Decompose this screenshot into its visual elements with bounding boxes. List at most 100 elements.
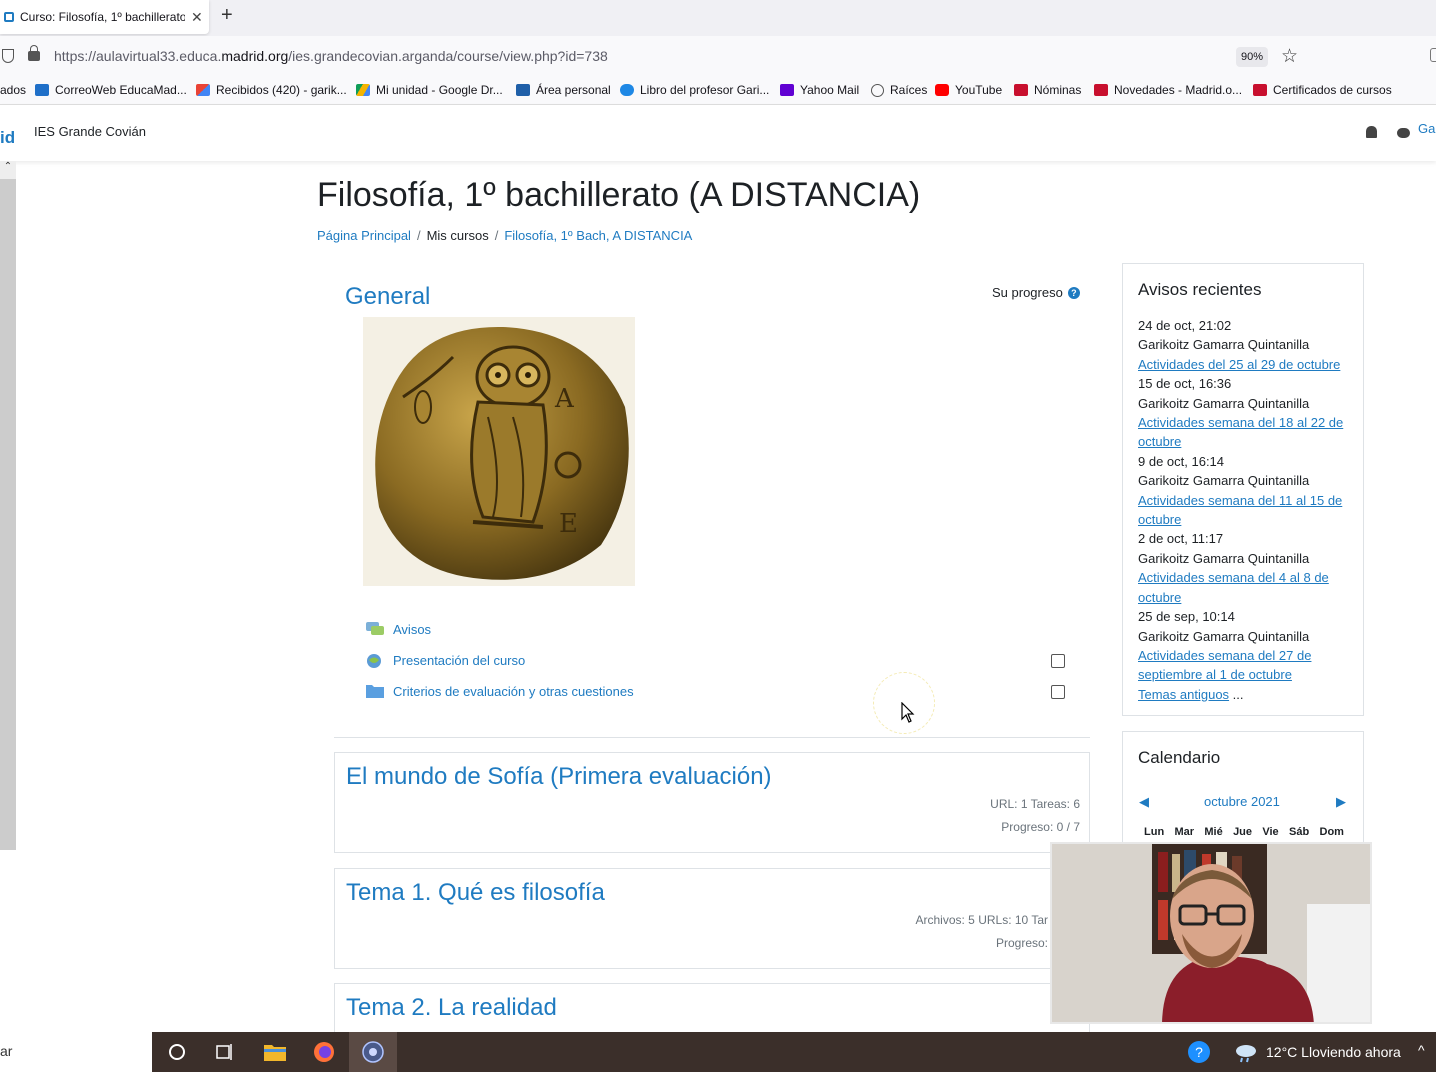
help-icon[interactable]: ? [1067,286,1080,299]
bookmarks-toolbar: ados CorreoWeb EducaMad... Recibidos (42… [0,76,1436,105]
task-view-icon[interactable] [215,1040,235,1064]
svg-text:?: ? [1195,1044,1203,1060]
user-menu[interactable]: Ga [1418,121,1435,136]
section-card: El mundo de Sofía (Primera evaluación) U… [334,752,1090,853]
firefox-icon[interactable] [312,1040,336,1064]
bookmark-item[interactable]: YouTube [935,83,1002,97]
news-item: 25 de sep, 10:14 Garikoitz Gamarra Quinta… [1138,609,1312,683]
tracking-protection-icon[interactable] [2,49,14,63]
site-name[interactable]: IES Grande Covián [34,124,146,139]
bookmark-item[interactable]: Recibidos (420) - garik... [196,83,347,97]
news-item: 24 de oct, 21:02 Garikoitz Gamarra Quinta… [1138,318,1341,372]
site-navbar [0,105,1436,161]
mouse-cursor-icon [901,702,915,723]
forum-icon [366,622,384,635]
tab-strip [0,0,1436,36]
section-general-title[interactable]: General [345,283,430,311]
scroll-up-icon[interactable]: ⌃ [0,161,16,179]
mail-icon [35,84,49,96]
block-title: Calendario [1138,748,1221,767]
webcam-overlay [1050,842,1372,1024]
breadcrumb-my-courses: Mis cursos [426,228,489,243]
madrid-icon [1253,84,1267,96]
presenter-video-icon [1052,844,1370,1022]
activity-avisos[interactable]: Avisos [365,620,431,638]
bookmark-item[interactable]: Área personal [516,83,611,97]
calendar-month: octubre 2021 [1204,794,1280,809]
cortana-icon[interactable] [167,1040,187,1064]
taskbar-search[interactable]: ar [0,1032,152,1072]
progress-header: Su progreso? [992,285,1080,300]
section-card: Tema 1. Qué es filosofía Archivos: 5 URL… [334,868,1090,969]
globe-icon [871,83,884,97]
bookmark-star-icon[interactable]: ☆ [1281,45,1298,68]
close-tab-icon[interactable]: ✕ [191,9,203,26]
folder-icon [366,685,384,698]
completion-checkbox[interactable] [1051,685,1065,699]
section-progress: Progreso: 0 / 7 [1001,820,1080,834]
bookmark-item[interactable]: Certificados de cursos [1253,83,1392,97]
bookmark-item[interactable]: Libro del profesor Gari... [620,83,769,97]
new-tab-icon[interactable]: + [221,4,233,27]
section-divider [334,737,1090,738]
block-title: Avisos recientes [1138,280,1262,299]
course-image: Α Ε [363,317,635,586]
news-item: 2 de oct, 11:17 Garikoitz Gamarra Quintan… [1138,531,1329,605]
section-title[interactable]: Tema 1. Qué es filosofía [346,879,605,907]
news-item: 9 de oct, 16:14 Garikoitz Gamarra Quintan… [1138,453,1343,528]
site-logo[interactable]: id [0,128,15,148]
activity-presentacion[interactable]: Presentación del curso [365,651,525,669]
recent-news-block: Avisos recientes 24 de oct, 21:02 Garikoi… [1122,263,1364,716]
calendar-prev-icon[interactable]: ◀ [1139,794,1149,810]
breadcrumb-home-link[interactable]: Página Principal [317,228,411,243]
bookmark-item[interactable]: ados [0,83,26,97]
cloud-icon [620,84,634,96]
section-title[interactable]: Tema 2. La realidad [346,994,557,1022]
bookmark-item[interactable]: Mi unidad - Google Dr... [356,83,503,97]
notifications-bell-icon[interactable] [1366,126,1377,138]
drawer-scrollbar[interactable] [0,161,16,850]
url-field[interactable]: https://aulavirtual33.educa.madrid.org/i… [54,48,608,64]
breadcrumb: Página Principal / Mis cursos / Filosofía, 1… [317,228,693,243]
weather-text[interactable]: 12°C Lloviendo ahora [1266,1044,1401,1060]
calendar-weekdays: Lun Mar Mié Jue Vie Sáb Dom [1144,826,1344,838]
news-link[interactable]: Actividades semana del 27 de septiembre … [1138,648,1311,682]
news-item: 15 de oct, 16:36 Garikoitz Gamarra Quinta… [1138,376,1344,450]
gmail-icon [196,84,210,96]
athena-owl-coin-icon: Α Ε [375,326,629,580]
section-title[interactable]: El mundo de Sofía (Primera evaluación) [346,763,772,791]
youtube-icon [935,84,949,96]
section-progress: Progreso: [995,936,1048,950]
madrid-icon [1094,84,1108,96]
bookmark-item[interactable]: Yahoo Mail [780,83,859,97]
news-link[interactable]: Actividades del 25 al 29 de octubre [1138,357,1340,372]
older-topics-link[interactable]: Temas antiguos [1138,687,1229,702]
news-link[interactable]: Actividades semana del 18 al 22 de octub… [1138,415,1343,449]
lock-icon[interactable] [28,45,40,61]
weather-rain-icon[interactable] [1233,1040,1259,1064]
completion-checkbox[interactable] [1051,654,1065,668]
bookmark-item[interactable]: Raíces [871,83,927,97]
messages-icon[interactable] [1397,128,1410,138]
file-explorer-icon[interactable] [263,1040,287,1064]
news-list: 24 de oct, 21:02 Garikoitz Gamarra Quinta… [1138,316,1353,704]
breadcrumb-course-link[interactable]: Filosofía, 1º Bach, A DISTANCIA [504,228,692,243]
svg-text:Α: Α [554,384,575,414]
bookmark-item[interactable]: Nóminas [1014,83,1081,97]
browser-tab[interactable]: Curso: Filosofía, 1º bachillerato ✕ [0,0,209,34]
news-link[interactable]: Actividades semana del 4 al 8 de octubre [1138,570,1329,604]
bookmark-item[interactable]: CorreoWeb EducaMad... [35,83,187,97]
graduation-cap-icon [516,84,530,96]
section-activity-summary: URL: 1 Tareas: 6 [990,797,1080,811]
section-activity-summary: Archivos: 5 URLs: 10 Tar [915,913,1049,927]
activity-criterios[interactable]: Criterios de evaluación y otras cuestion… [365,682,634,700]
zoom-level[interactable]: 90% [1236,47,1268,67]
tray-chevron-icon[interactable]: ^ [1418,1042,1425,1058]
calendar-next-icon[interactable]: ▶ [1336,794,1346,810]
help-icon[interactable]: ? [1187,1040,1211,1064]
screen-recorder-icon[interactable] [361,1040,385,1064]
extension-icon[interactable] [1430,48,1436,62]
news-link[interactable]: Actividades semana del 11 al 15 de octub… [1138,493,1342,527]
moodle-favicon-icon [4,12,14,22]
bookmark-item[interactable]: Novedades - Madrid.o... [1094,83,1242,97]
